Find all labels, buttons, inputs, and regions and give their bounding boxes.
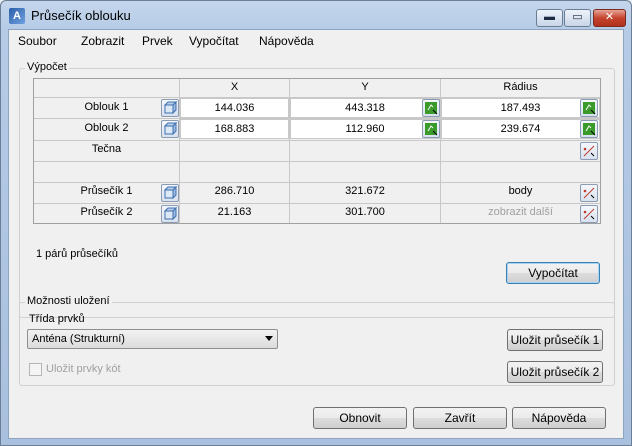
select-object-icon: [163, 101, 177, 115]
select-object-icon: [163, 207, 177, 221]
col-header-radius: Rádius: [503, 81, 538, 93]
save-intersection-2-button[interactable]: Uložit průsečík 2: [507, 361, 603, 383]
measure-icon: [583, 208, 595, 220]
row-label-tangent: Tečna: [91, 143, 122, 155]
select-int2-button[interactable]: [161, 205, 179, 223]
save-options-legend: Možnosti uložení: [25, 295, 112, 307]
close-button[interactable]: Zavřít: [413, 407, 507, 429]
menu-bar: Soubor Zobrazit Prvek Vypočítat Nápověda: [9, 30, 623, 52]
measure-icon: [583, 187, 595, 199]
menu-prvek[interactable]: Prvek: [142, 34, 173, 48]
calculate-button[interactable]: Vypočítat: [506, 262, 600, 284]
row-label-int1: Průsečík 1: [80, 185, 133, 197]
arc2-x-field[interactable]: 168.883: [180, 119, 289, 139]
save-intersection-1-button[interactable]: Uložit průsečík 1: [507, 329, 603, 351]
dialog-window: A Průsečík oblouku ▬ ▭ ✕ Soubor Zobrazit…: [0, 0, 632, 446]
minimize-button[interactable]: ▬: [536, 9, 563, 27]
pick-point-icon: [425, 123, 438, 136]
select-arc1-button[interactable]: [161, 99, 179, 117]
arc1-y-field[interactable]: 443.318: [290, 98, 440, 118]
window-title: Průsečík oblouku: [31, 8, 131, 23]
help-button[interactable]: Nápověda: [512, 407, 606, 429]
int2-show-more-text: zobrazit další: [488, 206, 553, 218]
calc-group-legend: Výpočet: [25, 61, 69, 73]
arc2-radius-field[interactable]: 239.674: [441, 119, 600, 139]
select-object-icon: [163, 186, 177, 200]
pick-arc1-point-button[interactable]: [422, 99, 440, 117]
reset-button[interactable]: Obnovit: [313, 407, 407, 429]
row-label-arc1: Oblouk 1: [84, 101, 129, 113]
save-dims-checkbox[interactable]: [29, 363, 42, 376]
row-label-int2: Průsečík 2: [80, 206, 133, 218]
menu-vypocitat[interactable]: Vypočítat: [189, 34, 239, 48]
pick-point-icon: [583, 102, 596, 115]
title-bar[interactable]: A Průsečík oblouku ▬ ▭ ✕: [1, 1, 631, 29]
menu-napoveda[interactable]: Nápověda: [259, 34, 314, 48]
int2-measure-button[interactable]: [580, 205, 598, 223]
pick-arc1-radius-button[interactable]: [580, 99, 598, 117]
menu-soubor[interactable]: Soubor: [18, 34, 57, 48]
pick-arc2-point-button[interactable]: [422, 120, 440, 138]
save-dims-label: Uložit prvky kót: [46, 363, 121, 375]
pick-point-icon: [583, 123, 596, 136]
col-header-x: X: [230, 81, 239, 93]
app-icon: A: [9, 8, 25, 24]
select-object-icon: [163, 122, 177, 136]
maximize-button[interactable]: ▭: [564, 9, 591, 27]
measure-icon: [583, 145, 595, 157]
arc1-x-field[interactable]: 144.036: [180, 98, 289, 118]
arc1-radius-field[interactable]: 187.493: [441, 98, 600, 118]
int1-y-value: 321.672: [345, 185, 385, 197]
dialog-client: Soubor Zobrazit Prvek Vypočítat Nápověda…: [8, 29, 624, 439]
chevron-down-icon: [265, 336, 273, 341]
int1-x-value: 286.710: [214, 185, 255, 197]
int1-radius-value: body: [508, 185, 533, 197]
select-int1-button[interactable]: [161, 184, 179, 202]
menu-zobrazit[interactable]: Zobrazit: [81, 34, 124, 48]
select-arc2-button[interactable]: [161, 120, 179, 138]
int2-y-value: 301.700: [345, 206, 385, 218]
tangent-measure-button[interactable]: [580, 142, 598, 160]
arc2-y-field[interactable]: 112.960: [290, 119, 440, 139]
calc-grid: X Y Rádius Oblouk 1 144.036 443.318 187.…: [33, 78, 601, 224]
pick-arc2-radius-button[interactable]: [580, 120, 598, 138]
int1-measure-button[interactable]: [580, 184, 598, 202]
intersection-count-status: 1 párů průsečíků: [36, 248, 118, 260]
row-label-arc2: Oblouk 2: [84, 122, 129, 134]
feature-class-select[interactable]: Anténa (Strukturní): [27, 329, 278, 349]
close-window-button[interactable]: ✕: [593, 9, 626, 27]
feature-class-value: Anténa (Strukturní): [32, 333, 125, 345]
pick-point-icon: [425, 102, 438, 115]
col-header-y: Y: [361, 81, 369, 93]
feature-class-label: Třída prvků: [29, 313, 85, 325]
int2-x-value: 21.163: [217, 206, 252, 218]
